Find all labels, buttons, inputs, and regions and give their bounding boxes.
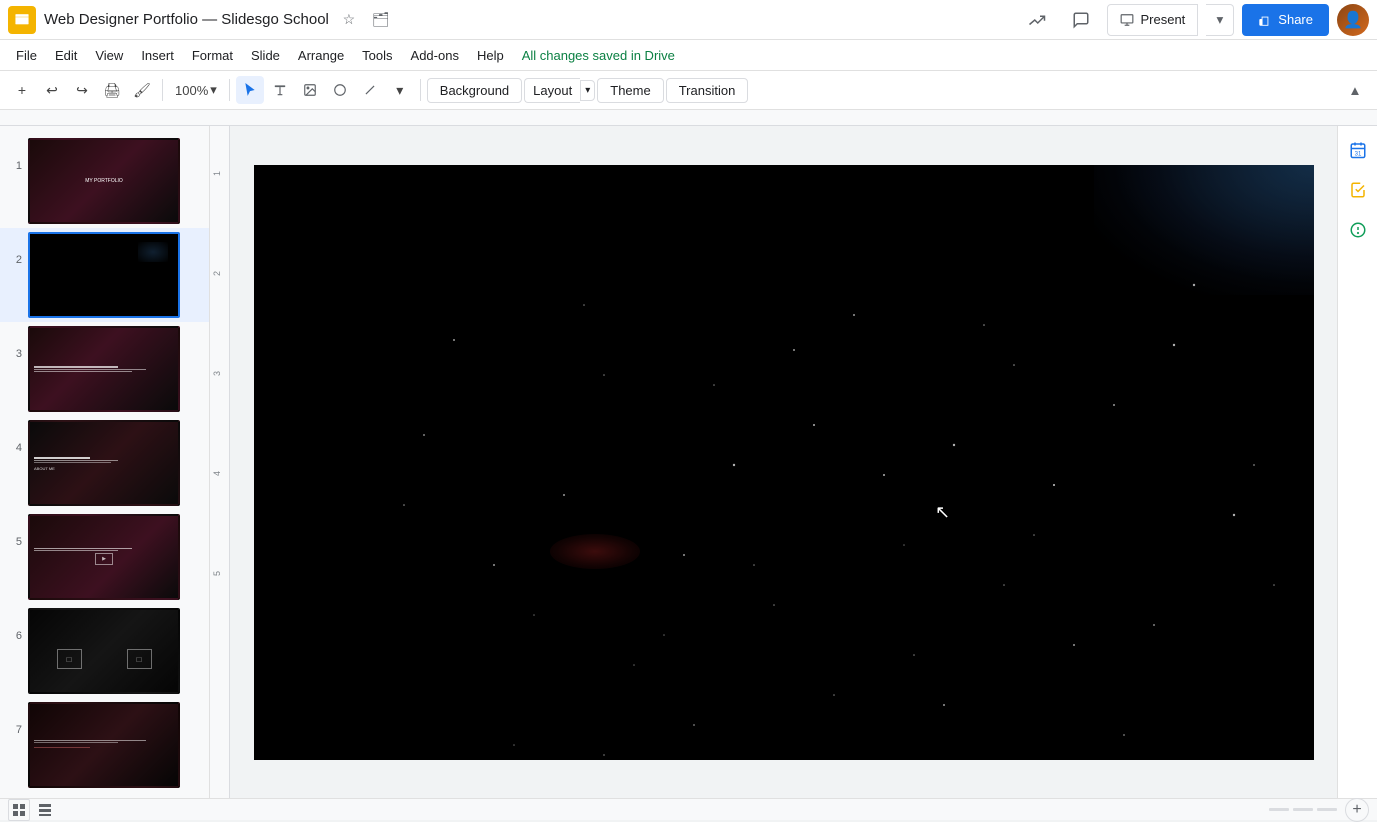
menu-tools[interactable]: Tools <box>354 46 400 65</box>
filmstrip-view-button[interactable] <box>34 799 56 821</box>
redo-button[interactable]: ↪ <box>68 76 96 104</box>
add-slide-button[interactable]: + <box>1345 798 1369 822</box>
menu-help[interactable]: Help <box>469 46 512 65</box>
header-right: Present ▾ Share 👤 <box>1019 2 1369 38</box>
zoom-level: 100% <box>175 83 208 98</box>
slide-number-7: 7 <box>8 702 22 736</box>
slide-thumb-1: MY PORTFOLIO <box>28 138 180 224</box>
menu-file[interactable]: File <box>8 46 45 65</box>
svg-text:31: 31 <box>1354 151 1361 157</box>
paint-format-button[interactable]: 🖌 <box>128 76 156 104</box>
star-button[interactable]: ☆ <box>337 8 361 32</box>
slide-item-4[interactable]: 4 ABOUT ME <box>0 416 209 510</box>
undo-button[interactable]: ↩ <box>38 76 66 104</box>
keep-icon-button[interactable] <box>1342 214 1374 246</box>
menu-format[interactable]: Format <box>184 46 241 65</box>
slide-thumb-2 <box>28 232 180 318</box>
present-button[interactable]: Present <box>1107 4 1198 36</box>
theme-button[interactable]: Theme <box>597 78 663 103</box>
slide-thumb-7 <box>28 702 180 788</box>
share-label: Share <box>1278 12 1313 27</box>
corner-glow <box>1094 165 1314 295</box>
doc-title: Web Designer Portfolio — Slidesgo School <box>44 11 329 28</box>
slides-panel: 1 MY PORTFOLIO 2 3 <box>0 126 210 798</box>
slide-thumb-5: ▶ <box>28 514 180 600</box>
print-button[interactable]: 🖨 <box>98 76 126 104</box>
svg-text:4: 4 <box>212 471 222 476</box>
slide-number-6: 6 <box>8 608 22 642</box>
add-button[interactable]: + <box>8 76 36 104</box>
select-tool[interactable] <box>236 76 264 104</box>
right-sidebar: 31 <box>1337 126 1377 798</box>
slide-thumb-6: □ □ <box>28 608 180 694</box>
horizontal-ruler: -1 0 1 2 3 4 5 6 7 8 9 <box>0 110 1377 126</box>
menu-slide[interactable]: Slide <box>243 46 288 65</box>
slide-number-5: 5 <box>8 514 22 548</box>
menu-addons[interactable]: Add-ons <box>403 46 467 65</box>
bottom-dots <box>1269 808 1337 811</box>
slide-item-6[interactable]: 6 □ □ <box>0 604 209 698</box>
svg-text:2: 2 <box>212 271 222 276</box>
slide-item-3[interactable]: 3 <box>0 322 209 416</box>
slide-blob <box>550 534 640 569</box>
text-tool[interactable] <box>266 76 294 104</box>
slide-item-5[interactable]: 5 ▶ <box>0 510 209 604</box>
app-icon <box>8 6 36 34</box>
separator-1 <box>162 79 163 101</box>
zoom-dropdown-icon: ▾ <box>210 82 217 98</box>
zoom-selector[interactable]: 100% ▾ <box>169 80 223 100</box>
grid-view-button[interactable] <box>8 799 30 821</box>
svg-text:3: 3 <box>212 371 222 376</box>
title-bar: Web Designer Portfolio — Slidesgo School… <box>0 0 1377 40</box>
shape-tool[interactable] <box>326 76 354 104</box>
menu-insert[interactable]: Insert <box>133 46 182 65</box>
separator-3 <box>420 79 421 101</box>
svg-text:5: 5 <box>212 571 222 576</box>
layout-btn-wrap: Layout ▾ <box>524 78 595 103</box>
share-button[interactable]: Share <box>1242 4 1329 36</box>
layout-dropdown-button[interactable]: ▾ <box>580 80 595 101</box>
main-area: 1 MY PORTFOLIO 2 3 <box>0 126 1377 798</box>
canvas-area[interactable]: ↖ <box>230 126 1337 798</box>
more-tools[interactable]: ▾ <box>386 76 414 104</box>
vertical-ruler: 1 2 3 4 5 <box>210 126 230 798</box>
autosave-message: All changes saved in Drive <box>522 48 675 63</box>
bottom-panel: + <box>0 798 1377 820</box>
tasks-icon-button[interactable] <box>1342 174 1374 206</box>
menu-edit[interactable]: Edit <box>47 46 85 65</box>
slide-canvas[interactable] <box>254 165 1314 760</box>
slide-item-7[interactable]: 7 <box>0 698 209 792</box>
menu-view[interactable]: View <box>87 46 131 65</box>
svg-text:1: 1 <box>212 171 222 176</box>
slide-item-2[interactable]: 2 <box>0 228 209 322</box>
transition-button[interactable]: Transition <box>666 78 749 103</box>
slide-number-4: 4 <box>8 420 22 454</box>
slide-thumb-4: ABOUT ME <box>28 420 180 506</box>
separator-2 <box>229 79 230 101</box>
image-tool[interactable] <box>296 76 324 104</box>
toolbar-collapse-button[interactable]: ▲ <box>1341 76 1369 104</box>
menu-arrange[interactable]: Arrange <box>290 46 352 65</box>
menu-bar: File Edit View Insert Format Slide Arran… <box>0 40 1377 70</box>
background-button[interactable]: Background <box>427 78 522 103</box>
comments-icon[interactable] <box>1063 2 1099 38</box>
slide-item-1[interactable]: 1 MY PORTFOLIO <box>0 134 209 228</box>
present-label: Present <box>1140 12 1185 27</box>
search-icon[interactable] <box>1019 2 1055 38</box>
slide-number-3: 3 <box>8 326 22 360</box>
user-avatar[interactable]: 👤 <box>1337 4 1369 36</box>
toolbar: + ↩ ↪ 🖨 🖌 100% ▾ ▾ Background Layout ▾ T… <box>0 70 1377 110</box>
slide-thumb-3 <box>28 326 180 412</box>
slide-number-1: 1 <box>8 138 22 172</box>
present-dropdown-button[interactable]: ▾ <box>1206 4 1234 36</box>
folder-button[interactable]: 🗂 <box>369 8 393 32</box>
slide-number-2: 2 <box>8 232 22 266</box>
calendar-icon-button[interactable]: 31 <box>1342 134 1374 166</box>
layout-button[interactable]: Layout <box>524 78 580 103</box>
line-tool[interactable] <box>356 76 384 104</box>
